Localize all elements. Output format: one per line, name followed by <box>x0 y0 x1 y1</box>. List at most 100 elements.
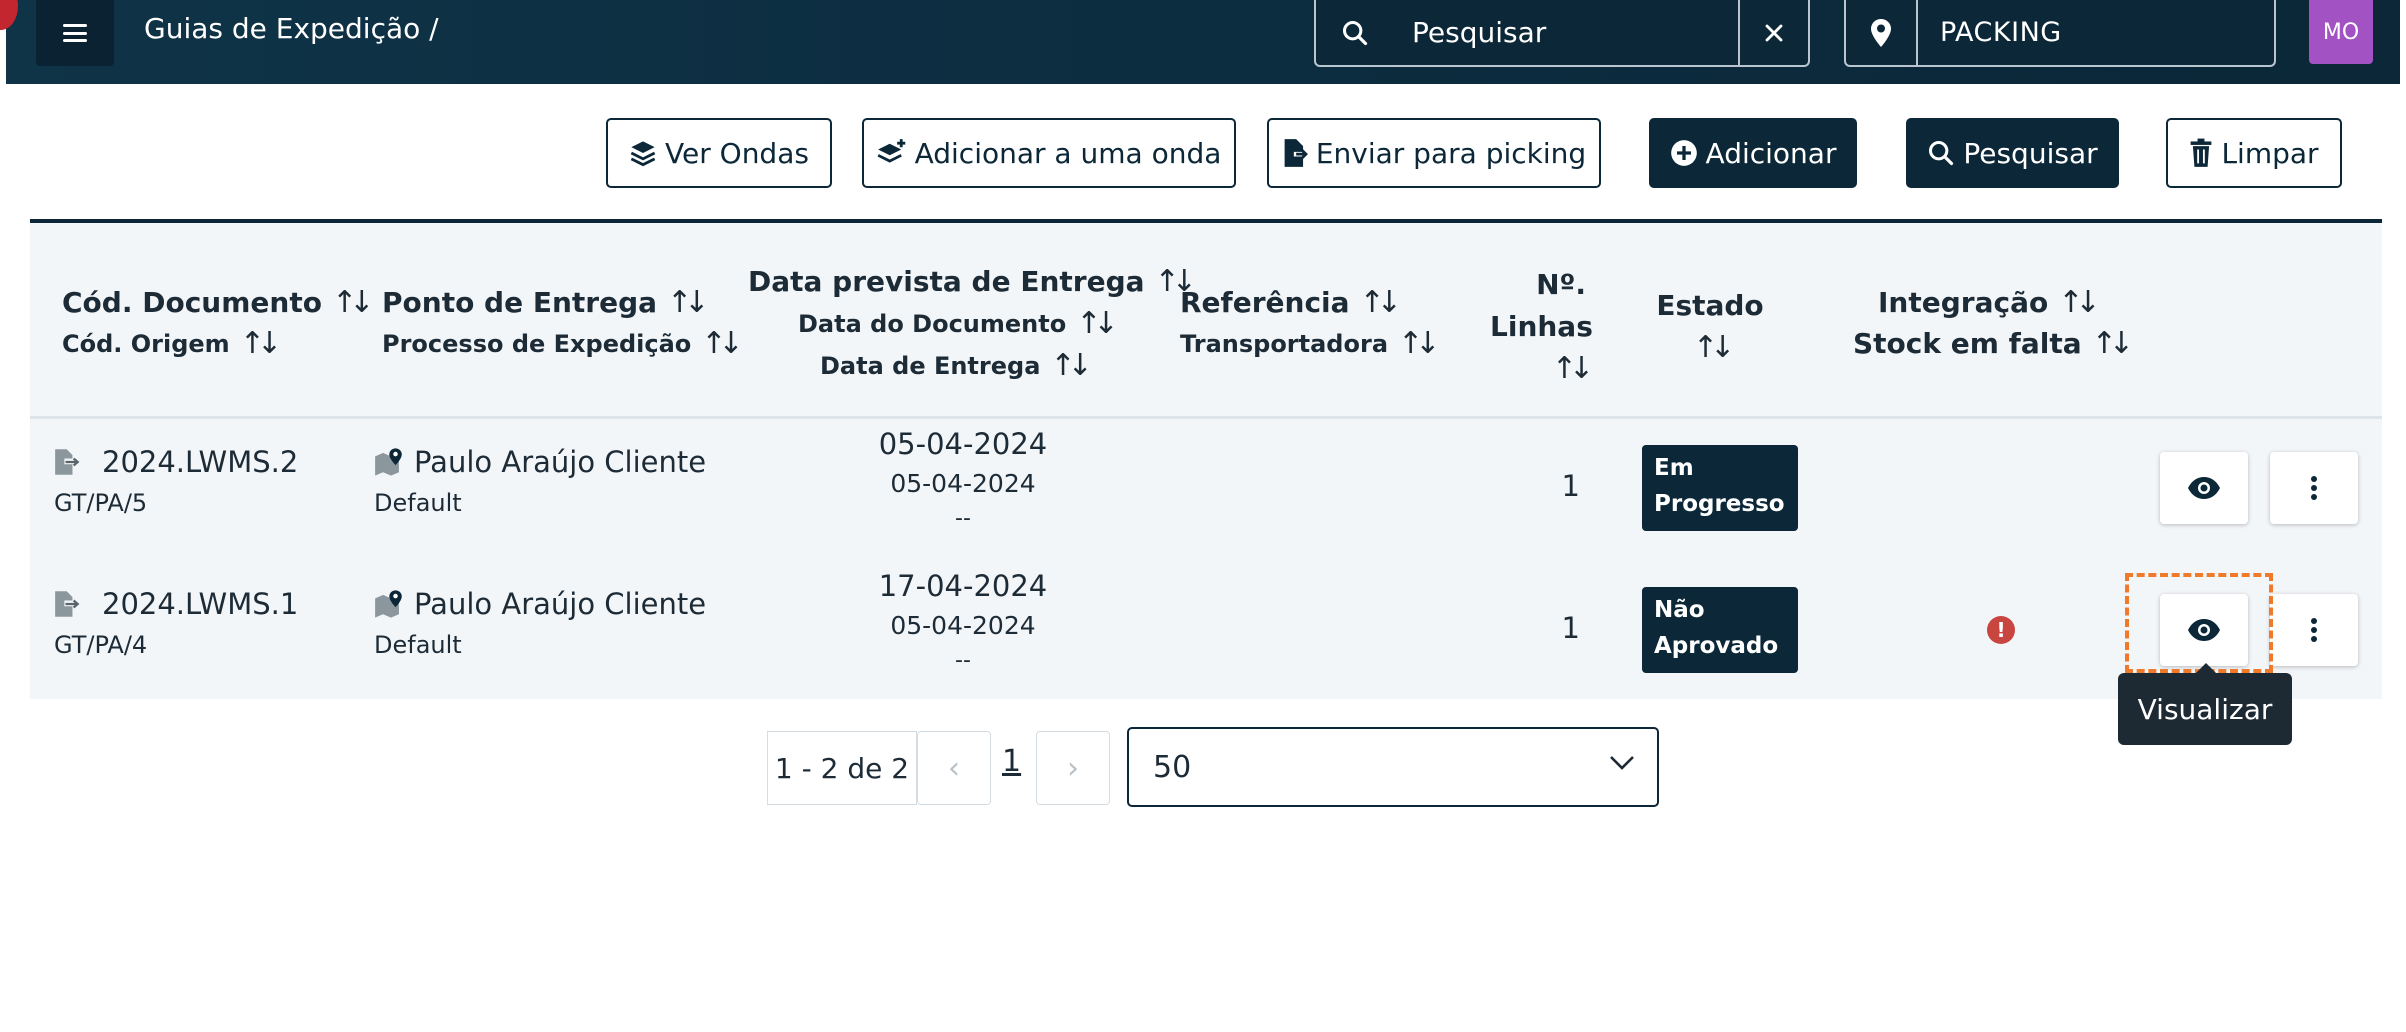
shipping-guides-table: Cód. Documento ↑↓ Cód. Origem ↑↓ Ponto de … <box>30 219 2382 699</box>
search-button[interactable]: Pesquisar <box>1906 118 2119 188</box>
add-label: Adicionar <box>1705 136 1837 170</box>
kebab-menu-icon <box>2311 618 2317 642</box>
file-export-icon <box>55 591 80 617</box>
header-status-label: Estado <box>1656 289 1764 322</box>
table-row[interactable]: 2024.LWMS.2 GT/PA/5 Paulo Araújo Cliente… <box>30 419 2382 557</box>
process-name: Default <box>374 631 462 659</box>
header-status[interactable]: Estado ↑↓ <box>1650 285 1770 369</box>
doc-code[interactable]: 2024.LWMS.2 <box>102 445 298 479</box>
add-to-wave-button[interactable]: Adicionar a uma onda <box>862 118 1236 188</box>
header-delivery-point[interactable]: Ponto de Entrega ↑↓ <box>382 285 709 320</box>
client-name: Paulo Araújo Cliente <box>414 445 707 479</box>
delivery-point-cell: Paulo Araújo Cliente Default <box>374 587 706 659</box>
clear-search-button[interactable] <box>1738 0 1808 65</box>
search-icon[interactable] <box>1316 0 1394 65</box>
header-expected-date-label: Data prevista de Entrega <box>748 265 1145 298</box>
header-expected-date[interactable]: Data prevista de Entrega ↑↓ <box>748 264 1197 299</box>
header-reference[interactable]: Referência ↑↓ <box>1180 285 1402 320</box>
header-shipping-process[interactable]: Processo de Expedição ↑↓ <box>382 326 744 361</box>
menu-button[interactable] <box>36 0 114 66</box>
header-delivery-date[interactable]: Data de Entrega ↑↓ <box>820 348 1093 383</box>
prev-page-button[interactable]: ‹ <box>917 731 991 805</box>
user-avatar[interactable]: MO <box>2309 0 2373 64</box>
header-lines[interactable]: Nº. Linhas ↑↓ <box>1490 264 1594 390</box>
view-button[interactable] <box>2160 452 2248 524</box>
plus-circle-icon <box>1670 140 1697 166</box>
search-label: Pesquisar <box>1963 136 2098 170</box>
search-input[interactable]: Pesquisar <box>1394 0 1738 65</box>
view-waves-label: Ver Ondas <box>665 136 809 170</box>
header-missing-stock-label: Stock em falta <box>1853 327 2082 360</box>
expected-date: 17-04-2024 <box>878 569 1048 603</box>
send-picking-button[interactable]: Enviar para picking <box>1267 118 1601 188</box>
sort-icon[interactable]: ↑↓ <box>1360 285 1402 320</box>
more-options-button[interactable] <box>2270 594 2358 666</box>
status-badge: Não Aprovado <box>1642 587 1798 673</box>
status-line-1: Não <box>1654 597 1705 623</box>
sort-icon[interactable]: ↑↓ <box>701 326 743 361</box>
sort-icon[interactable]: ↑↓ <box>1552 348 1594 390</box>
origin-code: GT/PA/5 <box>54 489 148 517</box>
header-integration-label: Integração <box>1878 286 2049 319</box>
pagination-count: 1 - 2 de 2 <box>767 731 917 805</box>
sort-icon[interactable]: ↑↓ <box>2058 285 2100 320</box>
header-shipping-process-label: Processo de Expedição <box>382 329 692 358</box>
sort-icon[interactable]: ↑↓ <box>1050 348 1092 383</box>
location-selector[interactable]: PACKING <box>1844 0 2276 67</box>
header-carrier-label: Transportadora <box>1180 329 1389 358</box>
layers-plus-icon <box>877 139 905 163</box>
brand-corner <box>0 0 18 30</box>
breadcrumb[interactable]: Guias de Expedição / <box>144 12 439 45</box>
add-to-wave-label: Adicionar a uma onda <box>914 136 1222 170</box>
sort-icon[interactable]: ↑↓ <box>667 285 709 320</box>
delivery-date: -- <box>955 648 971 673</box>
clear-label: Limpar <box>2221 136 2319 170</box>
add-button[interactable]: Adicionar <box>1649 118 1857 188</box>
layers-icon <box>630 141 656 167</box>
clear-button[interactable]: Limpar <box>2166 118 2342 188</box>
sort-icon[interactable]: ↑↓ <box>1693 327 1735 369</box>
status-line-2: Aprovado <box>1654 633 1779 659</box>
doc-cell: 2024.LWMS.1 GT/PA/4 <box>54 587 298 659</box>
focus-highlight <box>2125 573 2273 673</box>
next-page-button[interactable]: › <box>1036 731 1110 805</box>
header-delivery-date-label: Data de Entrega <box>820 351 1041 380</box>
doc-date: 05-04-2024 <box>890 469 1036 498</box>
more-options-button[interactable] <box>2270 452 2358 524</box>
client-name: Paulo Araújo Cliente <box>414 587 707 621</box>
page-size-value: 50 <box>1153 749 1192 785</box>
header-doc-date-label: Data do Documento <box>798 309 1067 338</box>
doc-code[interactable]: 2024.LWMS.1 <box>102 587 298 621</box>
header-doc-code[interactable]: Cód. Documento ↑↓ <box>62 285 374 320</box>
header-carrier[interactable]: Transportadora ↑↓ <box>1180 326 1440 361</box>
header-missing-stock[interactable]: Stock em falta ↑↓ <box>1853 326 2134 361</box>
page-number[interactable]: 1 <box>1002 744 1021 779</box>
lines-count: 1 <box>1561 469 1580 503</box>
map-location-icon <box>375 448 402 476</box>
page-size-select[interactable]: 50 <box>1127 727 1659 807</box>
chevron-down-icon <box>1610 756 1634 770</box>
sort-icon[interactable]: ↑↓ <box>1076 306 1118 341</box>
header-lines-label-1: Nº. <box>1536 268 1586 301</box>
table-row[interactable]: 2024.LWMS.1 GT/PA/4 Paulo Araújo Cliente… <box>30 561 2382 699</box>
sort-icon[interactable]: ↑↓ <box>240 326 282 361</box>
send-picking-label: Enviar para picking <box>1315 136 1587 170</box>
view-waves-button[interactable]: Ver Ondas <box>606 118 832 188</box>
header-delivery-point-label: Ponto de Entrega <box>382 286 658 319</box>
missing-stock-warning-icon: ! <box>1987 616 2015 644</box>
sort-icon[interactable]: ↑↓ <box>1398 326 1440 361</box>
expected-date: 05-04-2024 <box>878 427 1048 461</box>
status-line-1: Em <box>1654 455 1694 481</box>
sort-icon[interactable]: ↑↓ <box>2092 326 2134 361</box>
header-origin-code[interactable]: Cód. Origem ↑↓ <box>62 326 282 361</box>
lines-count: 1 <box>1561 611 1580 645</box>
doc-cell: 2024.LWMS.2 GT/PA/5 <box>54 445 298 517</box>
header-reference-label: Referência <box>1180 286 1350 319</box>
map-pin-icon <box>1846 0 1918 65</box>
header-integration[interactable]: Integração ↑↓ <box>1878 285 2101 320</box>
tooltip-text: Visualizar <box>2118 673 2292 745</box>
global-search[interactable]: Pesquisar <box>1314 0 1810 67</box>
header-doc-date[interactable]: Data do Documento ↑↓ <box>798 306 1119 341</box>
sort-icon[interactable]: ↑↓ <box>332 285 374 320</box>
header-doc-code-label: Cód. Documento <box>62 286 322 319</box>
